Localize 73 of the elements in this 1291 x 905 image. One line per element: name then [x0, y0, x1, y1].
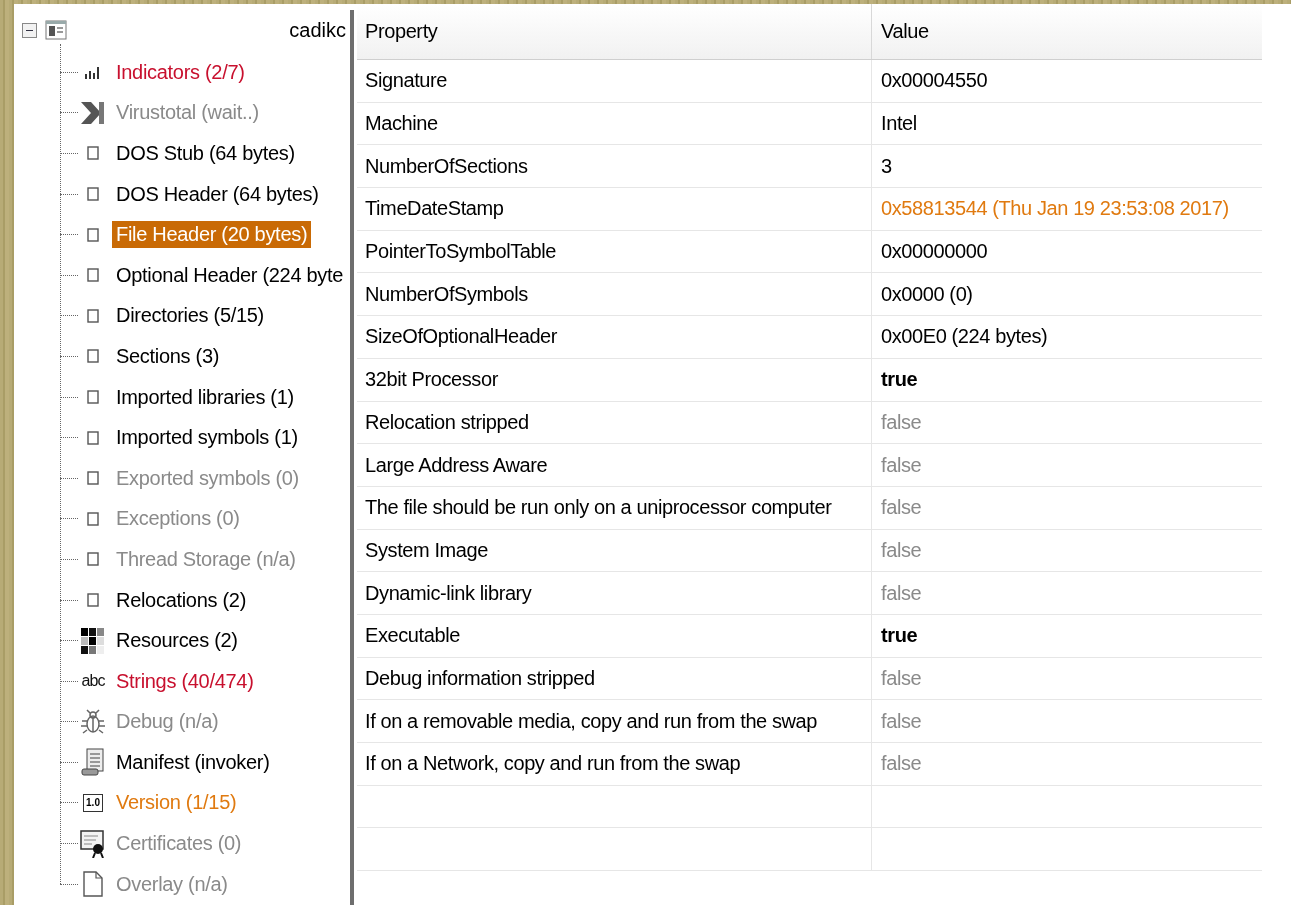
column-header[interactable]: Property: [357, 4, 872, 59]
table-cell-text: false: [880, 409, 923, 435]
table-cell: TimeDateStamp: [357, 188, 872, 230]
tree-item[interactable]: Manifest (invoker): [112, 748, 274, 776]
square-icon: [87, 146, 99, 161]
table-cell-text: false: [880, 452, 923, 478]
table-cell-text: false: [880, 708, 923, 734]
table-cell: Signature: [357, 60, 872, 102]
table-cell-text: 0x00004550: [880, 68, 989, 94]
table-cell-text: 0x00000000: [880, 239, 989, 265]
table-cell: Large Address Aware: [357, 444, 872, 486]
table-cell: If on a Network, copy and run from the swap: [357, 743, 872, 785]
tree-item[interactable]: Resources (2): [112, 627, 242, 655]
tree-item[interactable]: Imported symbols (1): [112, 424, 302, 452]
table-cell: Debug information stripped: [357, 657, 872, 700]
square-icon: [87, 187, 99, 202]
document-icon: [81, 748, 105, 777]
tree-item[interactable]: DOS Header (64 bytes): [112, 180, 323, 208]
tree-item[interactable]: Sections (3): [112, 342, 224, 370]
square-icon: [87, 593, 99, 607]
bar-chart-icon: [84, 65, 102, 80]
table-cell: Dynamic-link library: [357, 572, 872, 614]
tree-item[interactable]: Strings (40/474): [112, 667, 258, 695]
tree-item[interactable]: Imported libraries (1): [112, 383, 298, 411]
table-cell: System Image: [357, 529, 872, 572]
tree-item[interactable]: Directories (5/15): [112, 302, 268, 330]
window-icon: [45, 19, 67, 41]
square-icon: [87, 268, 99, 283]
table-cell: The file should be run only on a uniprocessor computer: [357, 486, 872, 529]
tree-item[interactable]: Indicators (2/7): [112, 58, 249, 86]
tree-item[interactable]: Optional Header (224 byte: [112, 261, 348, 289]
table-cell-text: 3: [880, 153, 893, 179]
table-cell: Executable: [357, 614, 872, 657]
square-icon: [87, 390, 99, 405]
abc-icon: abc: [81, 672, 105, 691]
table-cell-text: 0x00E0 (224 bytes): [880, 324, 1049, 350]
square-icon: [87, 308, 99, 323]
table-cell: Machine: [357, 102, 872, 145]
collapse-toggle[interactable]: [22, 22, 37, 38]
version-icon: 1.0: [83, 794, 103, 812]
square-icon: [87, 471, 99, 486]
table-cell: Relocation stripped: [357, 401, 872, 444]
tree-item[interactable]: File Header (20 bytes): [112, 221, 312, 249]
square-icon: [87, 511, 99, 526]
table-cell-text: 0x0000 (0): [880, 281, 974, 307]
table-cell-text: Intel: [880, 111, 918, 137]
table-cell-text: false: [880, 537, 923, 563]
table-cell-text: 0x58813544 (Thu Jan 19 23:53:08 2017): [880, 196, 1230, 222]
table-cell: NumberOfSections: [357, 145, 872, 188]
tree-item[interactable]: DOS Stub (64 bytes): [112, 140, 299, 167]
table-cell: 32bit Processor: [357, 358, 872, 401]
table-cell-text: false: [880, 665, 923, 691]
square-icon: [87, 227, 99, 242]
chevron-icon: [81, 100, 105, 125]
file-name: cadikc: [289, 18, 347, 42]
table-cell-text: false: [880, 751, 923, 777]
bug-icon: [80, 708, 106, 735]
table-cell: NumberOfSymbols: [357, 273, 872, 316]
table-cell: If on a removable media, copy and run from the swap: [357, 700, 872, 742]
tree-item[interactable]: Relocations (2): [112, 586, 250, 614]
table-cell-text: false: [880, 580, 923, 606]
certificate-icon: [80, 829, 106, 858]
square-icon: [87, 552, 99, 567]
square-icon: [87, 349, 99, 364]
table-cell: SizeOfOptionalHeader: [357, 316, 872, 358]
table-cell-text: false: [880, 495, 923, 521]
page-icon: [83, 871, 103, 898]
grid-icon: [81, 627, 105, 654]
column-header[interactable]: Value: [872, 4, 1262, 59]
square-icon: [87, 430, 99, 445]
table-cell: PointerToSymbolTable: [357, 230, 872, 273]
table-cell-text: true: [880, 623, 919, 649]
table-cell-text: true: [880, 367, 919, 393]
